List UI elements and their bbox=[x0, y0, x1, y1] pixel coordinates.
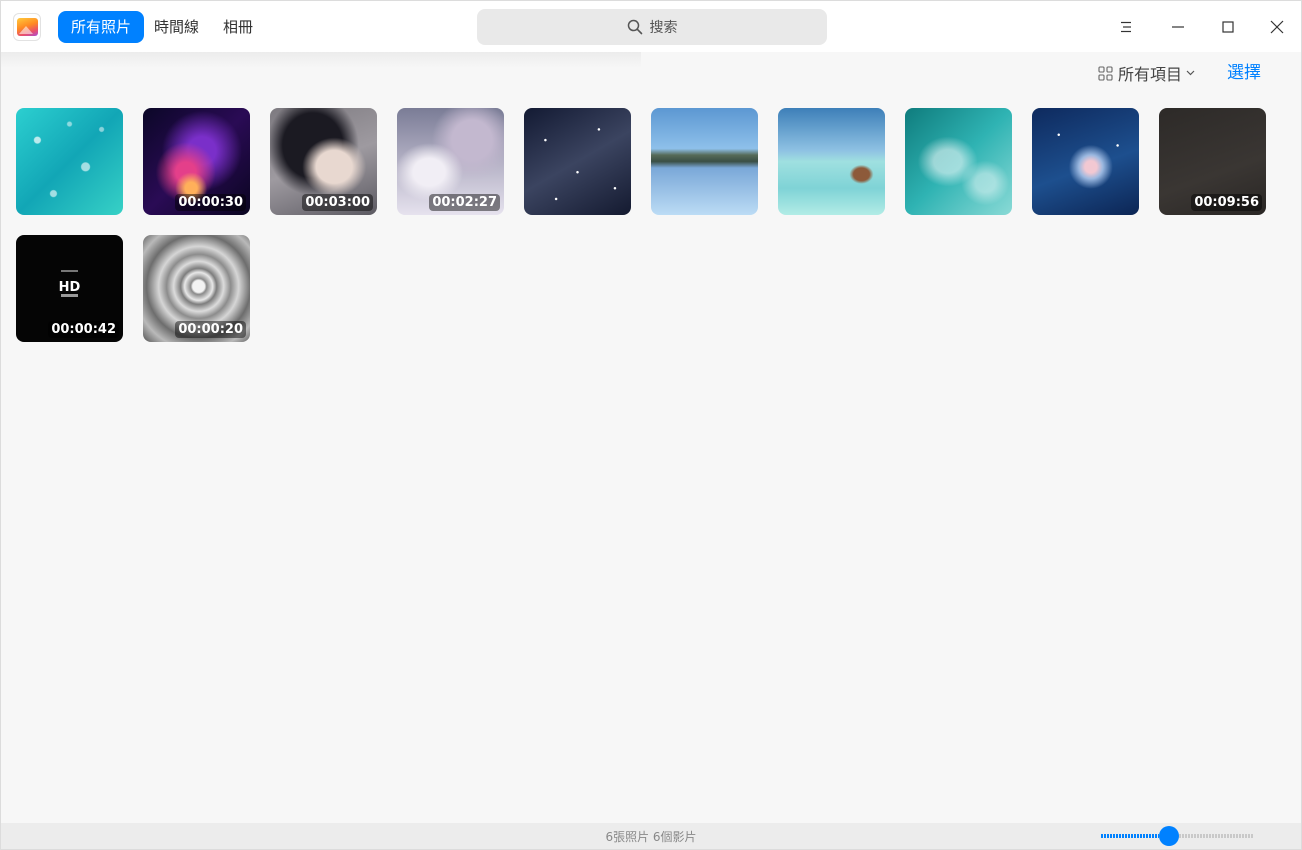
thumbnail-nebula[interactable]: 00:00:30 bbox=[143, 108, 250, 215]
grid-view-icon bbox=[1098, 65, 1113, 81]
svg-text:HD: HD bbox=[59, 280, 81, 295]
close-button[interactable] bbox=[1259, 9, 1295, 45]
tab-albums[interactable]: 相冊 bbox=[210, 11, 266, 43]
thumbnail-starry-sky[interactable] bbox=[524, 108, 631, 215]
thumbnail-hd-club[interactable]: HD 00:00:42 bbox=[16, 235, 123, 342]
status-bar: 6張照片 6個影片 bbox=[1, 823, 1301, 849]
search-input[interactable]: 搜索 bbox=[477, 9, 827, 45]
search-icon bbox=[627, 19, 642, 35]
chevron-down-icon bbox=[1186, 70, 1195, 76]
thumbnail-turquoise-bubbles[interactable] bbox=[16, 108, 123, 215]
video-duration: 00:00:42 bbox=[48, 321, 119, 338]
toolbar-shadow bbox=[1, 52, 641, 68]
maximize-button[interactable] bbox=[1210, 9, 1246, 45]
menu-icon bbox=[1121, 21, 1131, 33]
video-duration: 00:00:20 bbox=[175, 321, 246, 338]
minimize-button[interactable] bbox=[1160, 9, 1196, 45]
tab-all-photos[interactable]: 所有照片 bbox=[58, 11, 145, 43]
video-duration: 00:03:00 bbox=[302, 194, 373, 211]
thumbnail-anime-girl[interactable]: 00:03:00 bbox=[270, 108, 377, 215]
zoom-slider-track bbox=[1179, 834, 1253, 838]
filter-label: 所有項目 bbox=[1118, 65, 1183, 84]
search-placeholder: 搜索 bbox=[649, 20, 678, 36]
thumbnail-lake-reflection[interactable] bbox=[651, 108, 758, 215]
menu-button[interactable] bbox=[1109, 9, 1145, 45]
select-button[interactable]: 選擇 bbox=[1227, 61, 1261, 85]
thumbnail-violinist[interactable]: 00:02:27 bbox=[397, 108, 504, 215]
close-icon bbox=[1270, 20, 1284, 34]
thumbnail-dark-video[interactable]: 00:09:56 bbox=[1159, 108, 1266, 215]
tab-timeline[interactable]: 時間線 bbox=[141, 11, 212, 43]
thumbnail-water-ripple[interactable]: 00:00:20 bbox=[143, 235, 250, 342]
zoom-slider[interactable] bbox=[1101, 823, 1253, 849]
title-bar: 所有照片 時間線 相冊 搜索 bbox=[1, 1, 1301, 52]
thumbnail-beach-huts[interactable] bbox=[778, 108, 885, 215]
zoom-slider-handle[interactable] bbox=[1159, 826, 1179, 846]
zoom-slider-fill bbox=[1101, 834, 1159, 838]
minimize-icon bbox=[1172, 26, 1184, 28]
maximize-icon bbox=[1222, 21, 1234, 33]
video-duration: 00:09:56 bbox=[1191, 194, 1262, 211]
app-window: 所有照片 時間線 相冊 搜索 所有項目 選擇 00:00:30 00:03:00… bbox=[0, 0, 1302, 850]
filter-dropdown[interactable]: 所有項目 bbox=[1098, 61, 1195, 85]
app-logo-icon bbox=[13, 13, 41, 41]
thumbnail-night-cloud[interactable] bbox=[1032, 108, 1139, 215]
video-duration: 00:00:30 bbox=[175, 194, 246, 211]
thumbnail-ocean-waves[interactable] bbox=[905, 108, 1012, 215]
video-duration: 00:02:27 bbox=[429, 194, 500, 211]
